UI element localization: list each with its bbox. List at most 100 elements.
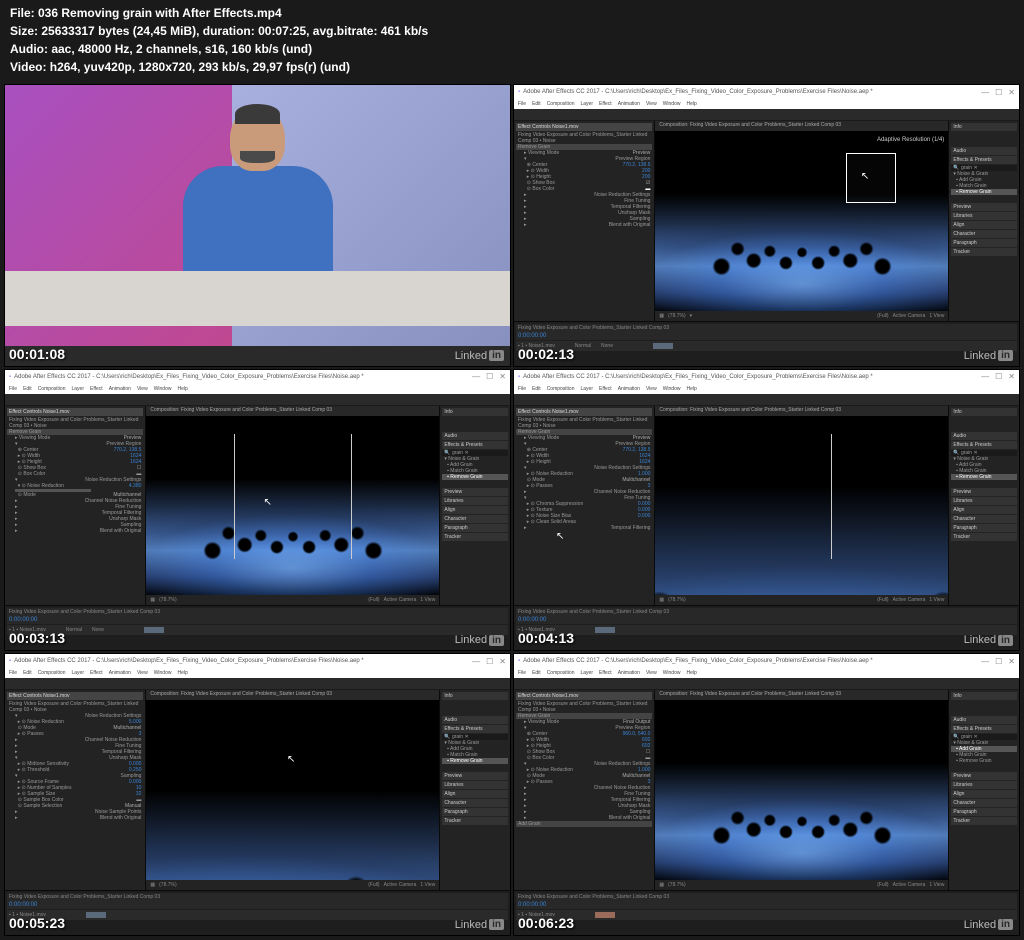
toolbar[interactable]: [514, 109, 1019, 121]
add-grain-effect[interactable]: Add Grain: [516, 821, 652, 827]
tracker-panel-header[interactable]: Tracker: [951, 248, 1017, 256]
menu-file[interactable]: File: [518, 101, 526, 107]
toolbar[interactable]: [5, 678, 510, 690]
linkedin-badge: Linkedin: [964, 634, 1013, 646]
linkedin-badge: Linkedin: [455, 634, 504, 646]
menu-animation[interactable]: Animation: [618, 101, 640, 107]
info-panel-header[interactable]: Info: [951, 123, 1017, 131]
thumbnail-grid: 00:01:08 Linkedin ▪ Adobe After Effects …: [0, 80, 1024, 940]
effect-controls-panel[interactable]: Effect Controls Noise1.mov Fixing Video …: [514, 406, 655, 606]
timeline-comp-name[interactable]: Fixing Video Exposure and Color Problems…: [518, 325, 669, 331]
align-panel-header[interactable]: Align: [951, 221, 1017, 229]
effect-controls-panel[interactable]: Effect Controls Noise1.mov Fixing Video …: [514, 121, 655, 321]
composition-viewport[interactable]: Composition: Fixing Video Exposure and C…: [655, 406, 948, 606]
menu-effect[interactable]: Effect: [599, 101, 612, 107]
thumbnail-panel-4: ▪Adobe After Effects CC 2017 - C:\Users\…: [513, 369, 1020, 652]
menu-bar[interactable]: FileEditCompositionLayerEffectAnimationV…: [5, 668, 510, 678]
menu-layer[interactable]: Layer: [580, 101, 593, 107]
composition-viewport[interactable]: Composition: Fixing Video Exposure and C…: [655, 121, 948, 321]
cursor-icon: ↖: [264, 497, 272, 508]
menu-view[interactable]: View: [646, 101, 657, 107]
stove-footage: [655, 416, 948, 596]
file-name-line: File: 036 Removing grain with After Effe…: [10, 4, 1014, 22]
timeline-panel[interactable]: Fixing Video Exposure and Color Problems…: [514, 890, 1019, 935]
thumbnail-panel-3: ▪ Adobe After Effects CC 2017 - C:\Users…: [4, 369, 511, 652]
comp-tab[interactable]: Composition: Fixing Video Exposure and C…: [655, 121, 948, 131]
minimize-icon[interactable]: —: [981, 88, 989, 97]
timecode-label: 00:01:08: [9, 346, 65, 362]
effect-controls-panel[interactable]: Effect Controls Noise1.mov Fixing Video …: [5, 690, 146, 890]
window-titlebar[interactable]: ▪Adobe After Effects CC 2017 - C:\Users\…: [514, 654, 1019, 668]
timeline-panel[interactable]: Fixing Video Exposure and Color Problems…: [514, 321, 1019, 366]
right-panels[interactable]: Info Audio Effects & Presets 🔍 grain ✕ ▾…: [439, 690, 510, 890]
cursor-icon: ↖: [287, 754, 295, 765]
window-titlebar[interactable]: ▪Adobe After Effects CC 2017 - C:\Users\…: [514, 370, 1019, 384]
timeline-track[interactable]: ▪ 1 ▪ Noise1.mov Normal None: [516, 341, 1017, 351]
paragraph-panel-header[interactable]: Paragraph: [951, 239, 1017, 247]
layer-bar[interactable]: [653, 343, 673, 349]
menu-bar[interactable]: FileEditCompositionLayerEffectAnimationV…: [514, 384, 1019, 394]
timeline-panel[interactable]: Fixing Video Exposure and Color Problems…: [5, 890, 510, 935]
file-video-line: Video: h264, yuv420p, 1280x720, 293 kb/s…: [10, 58, 1014, 76]
ae-main-area: Effect Controls Noise1.mov Fixing Video …: [514, 121, 1019, 321]
file-size-line: Size: 25633317 bytes (24,45 MiB), durati…: [10, 22, 1014, 40]
effects-presets-header[interactable]: Effects & Presets: [951, 156, 1017, 164]
timecode-label: 00:04:13: [518, 630, 574, 646]
menu-edit[interactable]: Edit: [532, 101, 541, 107]
maximize-icon[interactable]: ☐: [995, 88, 1002, 97]
right-panels[interactable]: Info Audio Effects & Presets 🔍 grain ✕ ▾…: [948, 690, 1019, 890]
thumbnail-panel-5: ▪Adobe After Effects CC 2017 - C:\Users\…: [4, 653, 511, 936]
menu-composition[interactable]: Composition: [547, 101, 575, 107]
guide-line-right: [351, 434, 352, 560]
ae-main-area: Effect Controls Noise1.mov Fixing Video …: [5, 406, 510, 606]
window-titlebar[interactable]: ▪ Adobe After Effects CC 2017 - C:\Users…: [514, 85, 1019, 99]
guide-line: [831, 434, 832, 560]
toolbar[interactable]: [5, 394, 510, 406]
timeline-time[interactable]: 0:00:00:00: [518, 333, 546, 339]
effect-controls-tab[interactable]: Effect Controls Noise1.mov: [516, 123, 652, 131]
cursor-icon: ↖: [556, 531, 652, 542]
file-metadata-header: File: 036 Removing grain with After Effe…: [0, 0, 1024, 80]
desk: [5, 271, 510, 326]
ae-icon: ▪: [518, 89, 520, 95]
timeline-panel[interactable]: Fixing Video Exposure and Color Problems…: [514, 605, 1019, 650]
comp-view[interactable]: Adaptive Resolution (1/4) ↖: [655, 131, 948, 311]
effect-controls-panel[interactable]: Effect Controls Noise1.mov Fixing Video …: [5, 406, 146, 606]
preview-region-box[interactable]: [846, 153, 896, 203]
composition-viewport[interactable]: Composition: Fixing Video Exposure and C…: [146, 406, 439, 606]
right-panels[interactable]: Info Audio Effects & Presets 🔍 grain ✕ ▾…: [439, 406, 510, 606]
linkedin-badge: Linkedin: [964, 350, 1013, 362]
timecode-label: 00:03:13: [9, 630, 65, 646]
libraries-panel-header[interactable]: Libraries: [951, 212, 1017, 220]
linkedin-badge: Linkedin: [964, 919, 1013, 931]
menu-bar[interactable]: FileEditCompositionLayerEffectAnimationV…: [514, 668, 1019, 678]
window-controls[interactable]: — ☐ ✕: [981, 88, 1015, 97]
stove-footage: [146, 416, 439, 596]
close-icon[interactable]: ✕: [1008, 88, 1015, 97]
effect-controls-panel[interactable]: Effect Controls Noise1.mov Fixing Video …: [514, 690, 655, 890]
menu-window[interactable]: Window: [663, 101, 681, 107]
menu-bar[interactable]: FileEditCompositionLayerEffectAnimationV…: [5, 384, 510, 394]
right-panels[interactable]: Info Audio Effects & Presets 🔍 grain ✕ ▾…: [948, 406, 1019, 606]
timeline-panel[interactable]: Fixing Video Exposure and Color Problems…: [5, 605, 510, 650]
guide-line-left: [234, 434, 235, 560]
viewport-footer[interactable]: ▦(78.7%)▾ (Full) Active Camera 1 View: [655, 311, 948, 321]
right-panels[interactable]: Info Audio Effects & Presets 🔍 grain ✕ ▾…: [948, 121, 1019, 321]
preview-panel-header[interactable]: Preview: [951, 203, 1017, 211]
toolbar[interactable]: [514, 394, 1019, 406]
ae-icon: ▪: [9, 374, 11, 380]
toolbar[interactable]: [514, 678, 1019, 690]
window-controls[interactable]: —☐✕: [472, 372, 506, 381]
window-titlebar[interactable]: ▪Adobe After Effects CC 2017 - C:\Users\…: [5, 654, 510, 668]
file-audio-line: Audio: aac, 48000 Hz, 2 channels, s16, 1…: [10, 40, 1014, 58]
menu-bar[interactable]: File Edit Composition Layer Effect Anima…: [514, 99, 1019, 109]
composition-viewport[interactable]: Composition: Fixing Video Exposure and C…: [655, 690, 948, 890]
effect-controls-tab[interactable]: Effect Controls Noise1.mov: [7, 408, 143, 416]
character-panel-header[interactable]: Character: [951, 230, 1017, 238]
composition-viewport[interactable]: Composition: Fixing Video Exposure and C…: [146, 690, 439, 890]
audio-panel-header[interactable]: Audio: [951, 147, 1017, 155]
menu-help[interactable]: Help: [686, 101, 696, 107]
param-blend[interactable]: ▸ Blend with Original: [516, 222, 652, 228]
window-titlebar[interactable]: ▪ Adobe After Effects CC 2017 - C:\Users…: [5, 370, 510, 384]
window-title: Adobe After Effects CC 2017 - C:\Users\r…: [523, 89, 873, 95]
